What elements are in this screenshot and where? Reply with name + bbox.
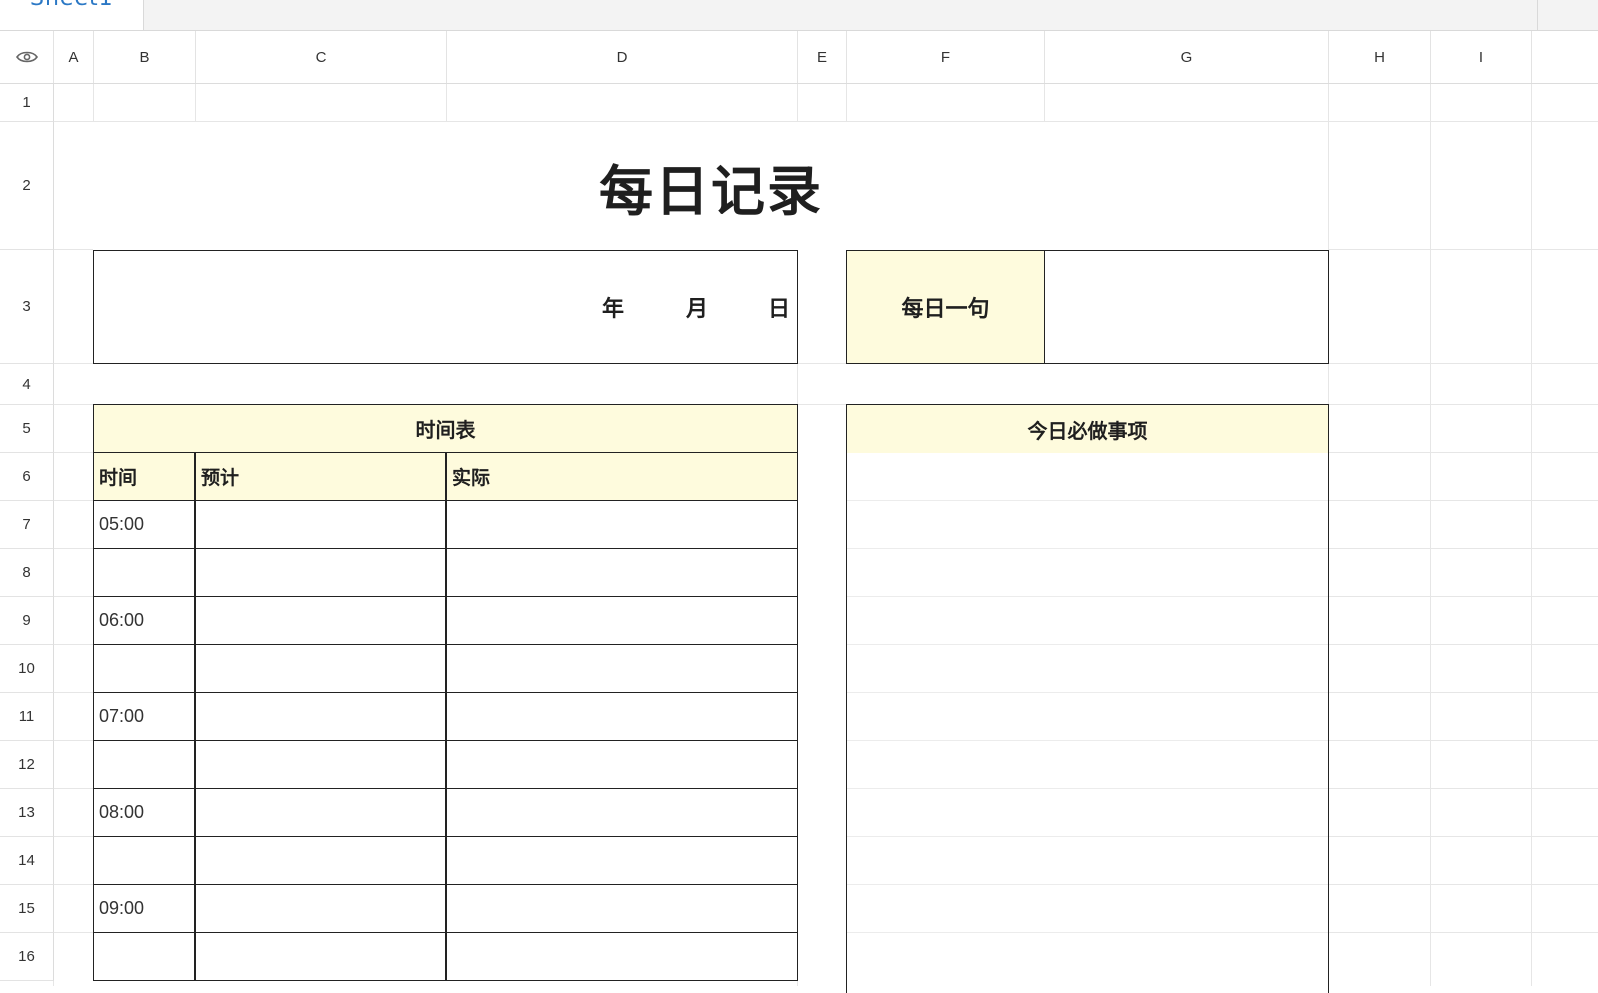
schedule-cell-actual[interactable] [446, 596, 798, 645]
schedule-title[interactable]: 时间表 [93, 404, 798, 453]
row-header-8[interactable]: 8 [0, 549, 54, 597]
month-label: 月 [686, 297, 709, 322]
schedule-header-time[interactable]: 时间 [93, 452, 195, 501]
schedule-cell-actual[interactable] [446, 692, 798, 741]
schedule-cell-planned[interactable] [195, 836, 446, 885]
schedule-header-planned[interactable]: 预计 [195, 452, 446, 501]
todo-list-area[interactable] [846, 453, 1329, 993]
schedule-cell-actual[interactable] [446, 836, 798, 885]
schedule-cell-planned[interactable] [195, 740, 446, 789]
column-header-h[interactable]: H [1329, 31, 1431, 83]
schedule-cell-planned[interactable] [195, 932, 446, 981]
day-label: 日 [768, 297, 791, 322]
schedule-cell-actual[interactable] [446, 884, 798, 933]
row-header-9[interactable]: 9 [0, 597, 54, 645]
schedule-cell-time[interactable] [93, 548, 195, 597]
row-header-1[interactable]: 1 [0, 84, 54, 122]
schedule-cell-time[interactable]: 06:00 [93, 596, 195, 645]
column-header-f[interactable]: F [847, 31, 1045, 83]
schedule-cell-actual[interactable] [446, 788, 798, 837]
column-header-b[interactable]: B [94, 31, 196, 83]
page-title[interactable]: 每日记录 [94, 122, 1328, 250]
schedule-cell-time[interactable] [93, 836, 195, 885]
schedule-cell-time[interactable] [93, 644, 195, 693]
column-header-a[interactable]: A [54, 31, 94, 83]
column-header-e[interactable]: E [798, 31, 847, 83]
row-header-13[interactable]: 13 [0, 789, 54, 837]
visibility-eye-icon[interactable] [0, 31, 54, 83]
year-label: 年 [602, 297, 625, 322]
schedule-header-actual[interactable]: 实际 [446, 452, 798, 501]
row-header-4[interactable]: 4 [0, 364, 54, 405]
daily-quote-value[interactable] [1044, 250, 1329, 364]
row-header-5[interactable]: 5 [0, 405, 54, 453]
daily-quote-label[interactable]: 每日一句 [846, 250, 1045, 364]
row-header-2[interactable]: 2 [0, 122, 54, 250]
row-header-6[interactable]: 6 [0, 453, 54, 501]
schedule-cell-actual[interactable] [446, 644, 798, 693]
column-header-d[interactable]: D [447, 31, 798, 83]
row-header-12[interactable]: 12 [0, 741, 54, 789]
row-header-3[interactable]: 3 [0, 250, 54, 364]
schedule-cell-planned[interactable] [195, 548, 446, 597]
schedule-cell-time[interactable] [93, 932, 195, 981]
schedule-cell-time[interactable]: 07:00 [93, 692, 195, 741]
schedule-cell-actual[interactable] [446, 740, 798, 789]
sheet-tab[interactable]: Sheet1 [0, 0, 144, 30]
schedule-cell-time[interactable]: 09:00 [93, 884, 195, 933]
column-header-i[interactable]: I [1431, 31, 1532, 83]
schedule-cell-time[interactable]: 05:00 [93, 500, 195, 549]
todo-title[interactable]: 今日必做事项 [846, 404, 1329, 453]
schedule-cell-actual[interactable] [446, 500, 798, 549]
schedule-cell-planned[interactable] [195, 500, 446, 549]
row-header-11[interactable]: 11 [0, 693, 54, 741]
schedule-cell-planned[interactable] [195, 644, 446, 693]
row-header-14[interactable]: 14 [0, 837, 54, 885]
schedule-cell-actual[interactable] [446, 548, 798, 597]
schedule-cell-planned[interactable] [195, 884, 446, 933]
schedule-cell-planned[interactable] [195, 692, 446, 741]
column-header-g[interactable]: G [1045, 31, 1329, 83]
row-header-15[interactable]: 15 [0, 885, 54, 933]
column-header-c[interactable]: C [196, 31, 447, 83]
sheet-tab-strip: Sheet1 [0, 0, 1598, 31]
column-header: A B C D E F G H I [0, 31, 1598, 84]
schedule-cell-time[interactable]: 08:00 [93, 788, 195, 837]
sheet-tab-label: Sheet1 [30, 0, 114, 11]
tab-strip-divider [1537, 0, 1538, 30]
row-header-16[interactable]: 16 [0, 933, 54, 981]
schedule-cell-actual[interactable] [446, 932, 798, 981]
schedule-cell-planned[interactable] [195, 788, 446, 837]
row-header-7[interactable]: 7 [0, 501, 54, 549]
date-cell[interactable]: 年 月 日 [93, 250, 798, 364]
schedule-cell-time[interactable] [93, 740, 195, 789]
row-header-10[interactable]: 10 [0, 645, 54, 693]
schedule-cell-planned[interactable] [195, 596, 446, 645]
